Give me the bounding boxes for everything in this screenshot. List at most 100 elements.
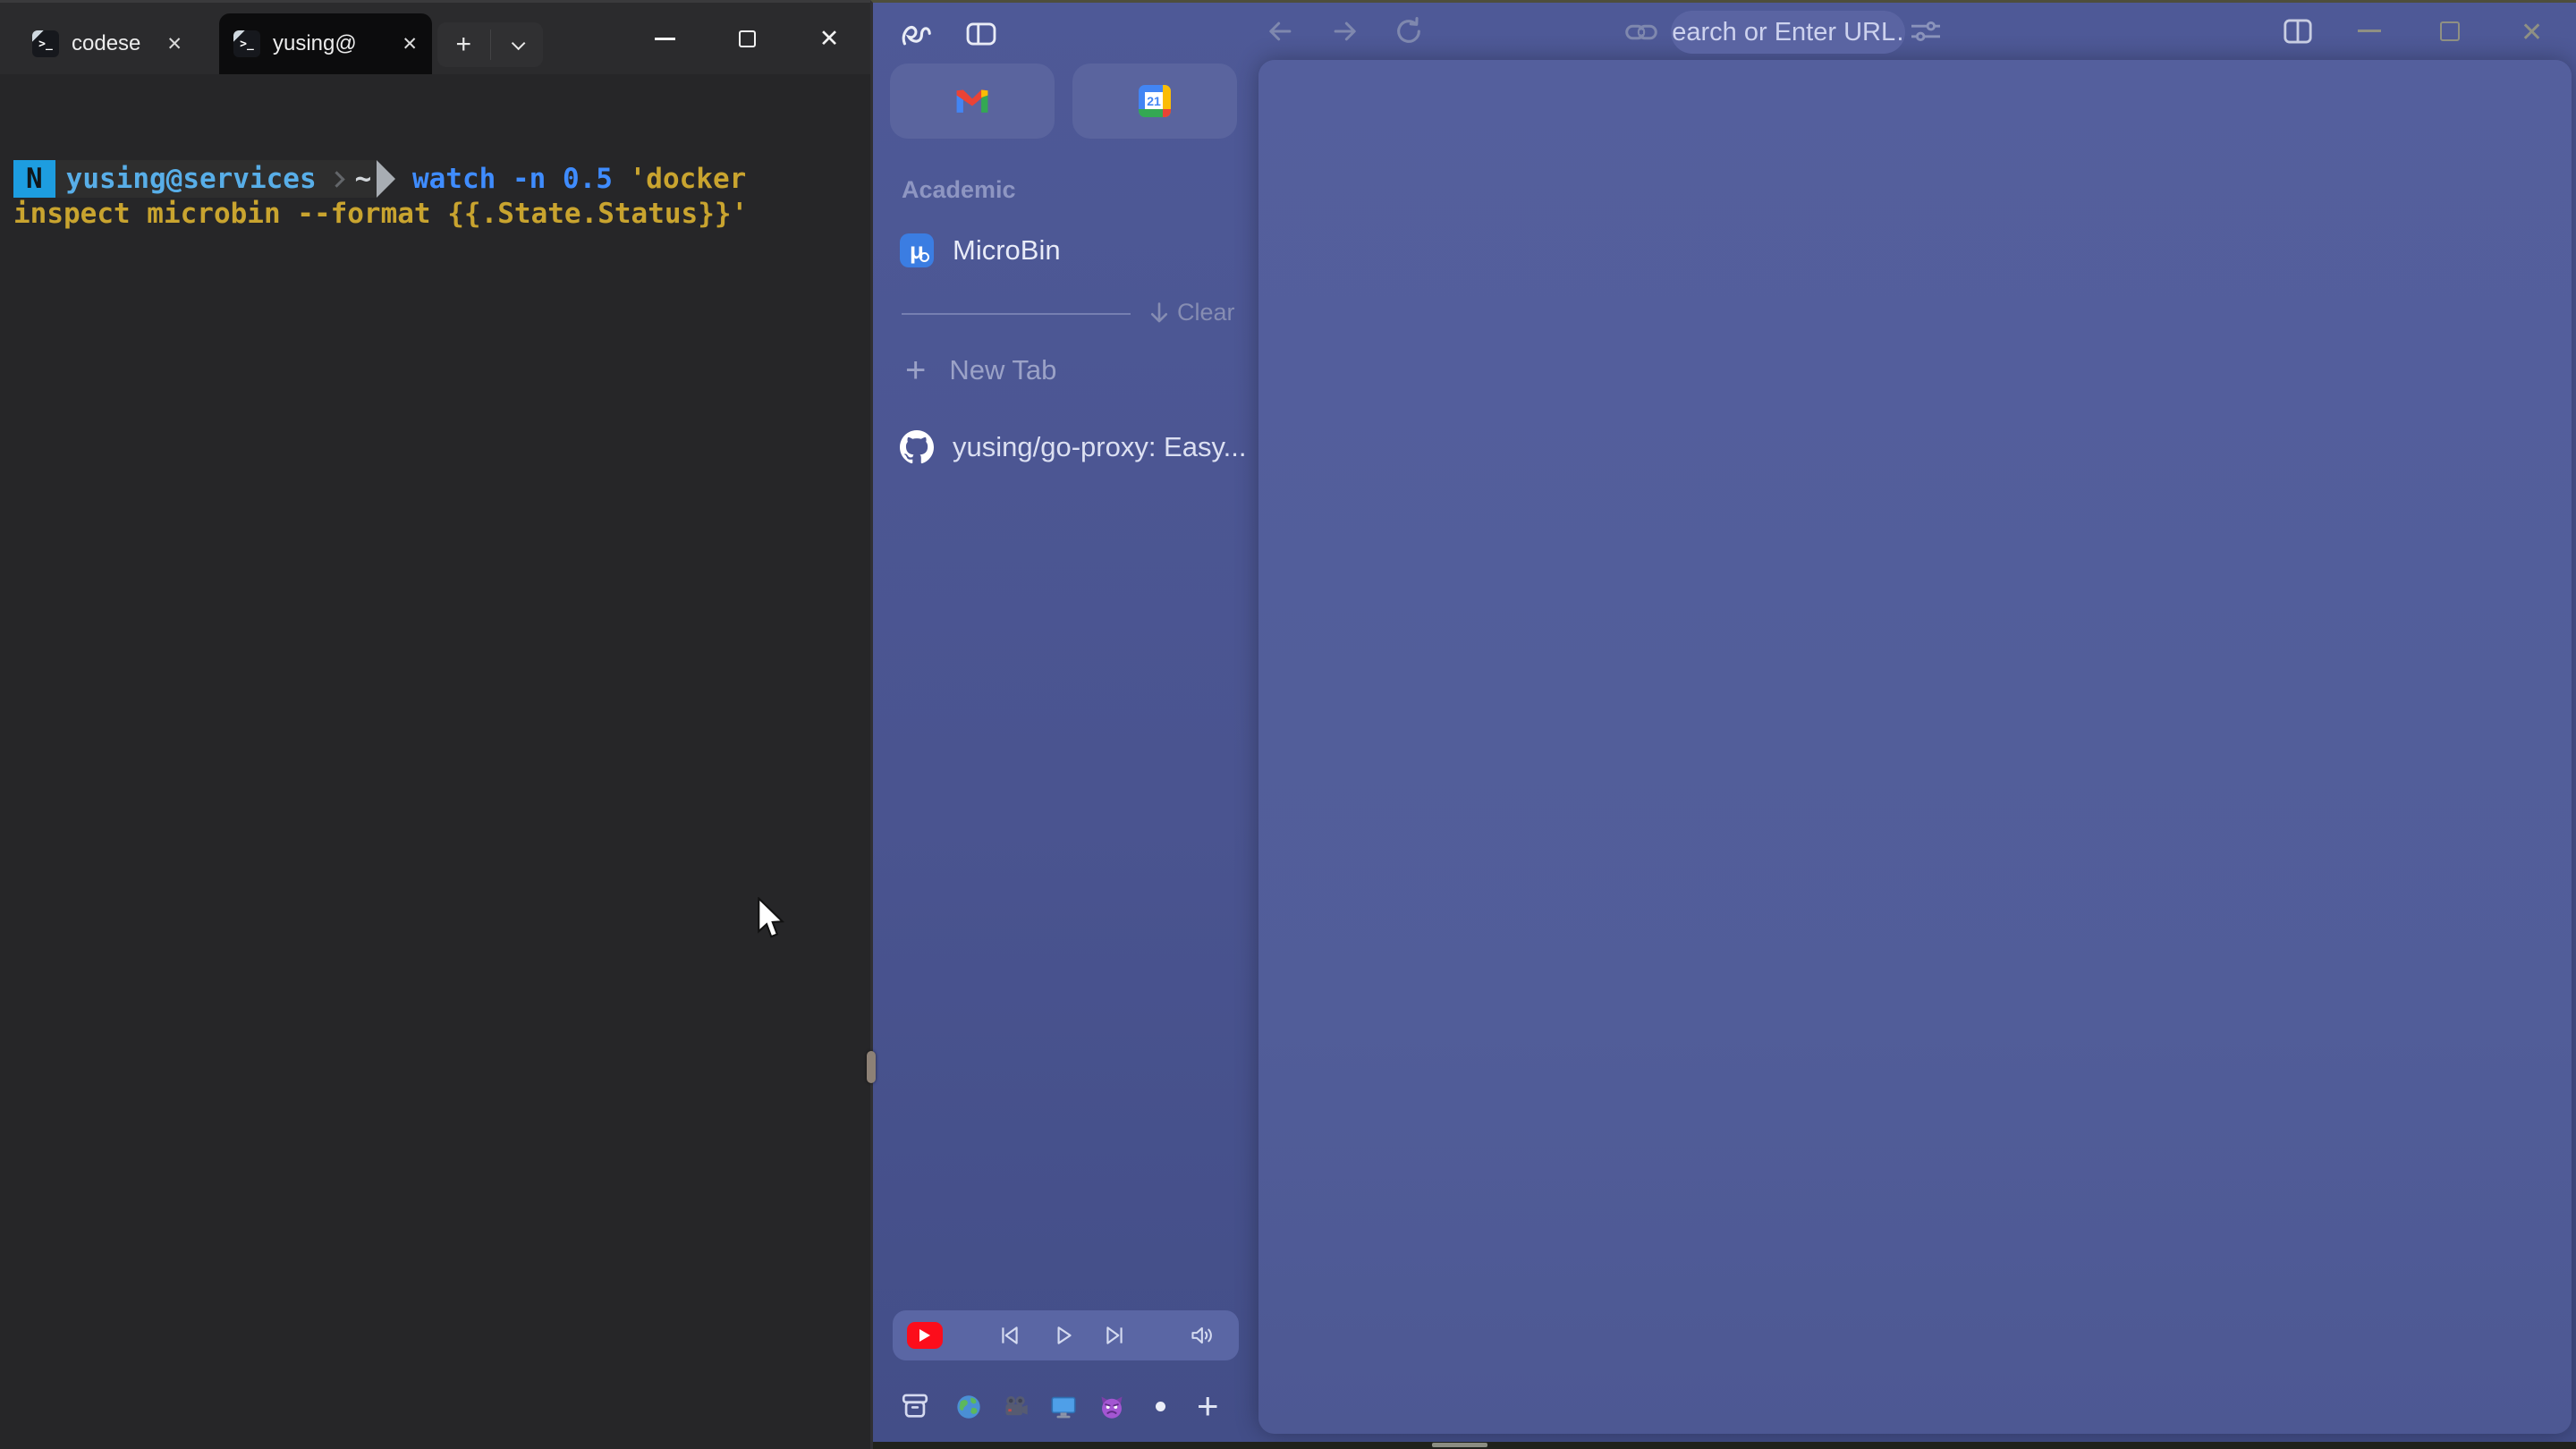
prompt-path: ~ [355, 163, 377, 195]
terminal-tab-yusing[interactable]: >_ yusing@ ✕ [219, 13, 432, 74]
tab-close-icon[interactable]: ✕ [166, 35, 182, 54]
browser-content-area[interactable] [1258, 60, 2572, 1434]
gmail-icon [953, 86, 992, 116]
back-arrow-icon [1265, 18, 1295, 45]
desktop-computer-icon [1050, 1394, 1077, 1420]
add-workspace-button[interactable]: + [1197, 1387, 1219, 1425]
movie-camera-icon [1003, 1394, 1030, 1420]
forward-button[interactable] [1330, 18, 1360, 45]
github-icon [900, 430, 934, 464]
tabs-separator [902, 313, 1131, 315]
pinned-tab-title: MicroBin [953, 234, 1061, 267]
next-track-button[interactable] [1103, 1324, 1126, 1347]
archive-tabs-button[interactable] [900, 1391, 930, 1421]
split-view-icon [2283, 18, 2313, 45]
forward-arrow-icon [1330, 18, 1360, 45]
page-adjust-button[interactable] [1909, 17, 1943, 46]
close-icon: ✕ [819, 27, 840, 51]
window-resize-handle[interactable] [867, 1051, 876, 1083]
terminal-tab-bar: >_ codese ✕ >_ yusing@ ✕ + [0, 3, 870, 74]
prompt-arrow-icon [377, 160, 395, 198]
tab-close-icon[interactable]: ✕ [402, 35, 418, 54]
workspace-movie-camera-icon[interactable] [1003, 1394, 1030, 1420]
browser-minimize-button[interactable] [2358, 30, 2381, 32]
terminal-tab-codese[interactable]: >_ codese ✕ [18, 13, 197, 74]
earth-globe-icon [955, 1394, 982, 1420]
browser-maximize-button[interactable] [2440, 21, 2460, 41]
play-button[interactable] [1052, 1324, 1075, 1347]
workspace-earth-globe-icon[interactable] [955, 1394, 982, 1420]
zen-logo-button[interactable] [900, 19, 934, 49]
new-tab-button[interactable]: + [437, 22, 490, 67]
arrow-down-icon [1148, 301, 1170, 325]
workspace-devil-icon[interactable] [1098, 1394, 1125, 1420]
tab-dropdown-button[interactable] [491, 22, 544, 67]
terminal-new-tab-panel: + [437, 22, 543, 67]
media-player [893, 1310, 1239, 1360]
tab-go-proxy[interactable]: yusing/go-proxy: Easy... [900, 430, 1247, 464]
minimize-icon [2358, 30, 2381, 32]
reload-button[interactable] [1394, 16, 1424, 47]
devil-face-icon [1098, 1394, 1125, 1420]
mouse-cursor [756, 897, 788, 942]
browser-window: Search or Enter URL… ✕ [870, 0, 2576, 1449]
command-text-line2: inspect microbin --format {{.State.Statu… [13, 198, 748, 230]
workspace-desktop-icon[interactable] [1050, 1394, 1077, 1420]
pinned-tab-microbin[interactable]: μ MicroBin [900, 233, 1061, 267]
minimize-button[interactable] [623, 3, 706, 74]
close-icon: ✕ [2521, 17, 2543, 48]
play-triangle [919, 1329, 930, 1342]
next-icon [1103, 1324, 1126, 1347]
maximize-icon [739, 30, 756, 47]
clear-tabs-button[interactable]: Clear [1148, 299, 1235, 326]
tab-title: codese [72, 31, 140, 56]
prompt-segment: yusing@services ~ [55, 160, 377, 198]
nushell-badge: N [13, 160, 55, 198]
previous-icon [998, 1324, 1021, 1347]
sidebar-toggle-button[interactable] [966, 22, 996, 46]
chevron-down-icon [512, 36, 526, 50]
copy-link-button[interactable] [1624, 19, 1658, 46]
url-bar[interactable]: Search or Enter URL… [1671, 11, 1905, 54]
split-view-button[interactable] [2283, 18, 2313, 45]
browser-new-tab-button[interactable]: + New Tab [900, 350, 1056, 391]
dot-icon [1156, 1402, 1165, 1411]
reload-icon [1394, 16, 1424, 47]
zen-logo-icon [900, 19, 934, 49]
archive-icon [900, 1391, 930, 1421]
previous-track-button[interactable] [998, 1324, 1021, 1347]
maximize-button[interactable] [706, 3, 788, 74]
command-text-yellow: 'docker [630, 163, 747, 195]
clear-label: Clear [1177, 299, 1235, 326]
volume-button[interactable] [1190, 1323, 1216, 1348]
terminal-window-controls: ✕ [623, 3, 870, 74]
workspace-label: Academic [902, 176, 1016, 204]
tab-title: yusing/go-proxy: Easy... [953, 431, 1247, 463]
taskbar-hint [1432, 1443, 1487, 1447]
sliders-icon [1909, 17, 1943, 46]
microbin-logo-icon: μ [900, 233, 934, 267]
url-placeholder: Search or Enter URL… [1671, 18, 1905, 47]
sidebar-toggle-icon [966, 22, 996, 46]
google-calendar-icon: 21 [1139, 85, 1171, 117]
tab-title: yusing@ [273, 31, 355, 56]
browser-close-button[interactable]: ✕ [2521, 17, 2543, 48]
close-button[interactable]: ✕ [788, 3, 870, 74]
terminal-window: >_ codese ✕ >_ yusing@ ✕ + [0, 0, 870, 1449]
plus-icon: + [1197, 1387, 1219, 1425]
prompt-user: yusing@services [66, 163, 317, 195]
powershell-icon: >_ [32, 30, 59, 57]
taskbar-edge [873, 1442, 2576, 1449]
calendar-date: 21 [1147, 94, 1161, 108]
play-icon [1052, 1324, 1075, 1347]
desktop: >_ codese ✕ >_ yusing@ ✕ + [0, 0, 2576, 1449]
essential-tab-google-calendar[interactable]: 21 [1072, 64, 1237, 139]
essential-tab-gmail[interactable] [890, 64, 1055, 139]
terminal-viewport[interactable]: Nyusing@services~ watch -n 0.5 'docker i… [0, 74, 870, 1449]
back-button[interactable] [1265, 18, 1295, 45]
chevron-right-icon [328, 171, 344, 187]
minimize-icon [655, 38, 675, 40]
youtube-icon[interactable] [907, 1322, 943, 1349]
workspace-default-dot[interactable] [1156, 1402, 1165, 1411]
volume-icon [1190, 1323, 1216, 1348]
